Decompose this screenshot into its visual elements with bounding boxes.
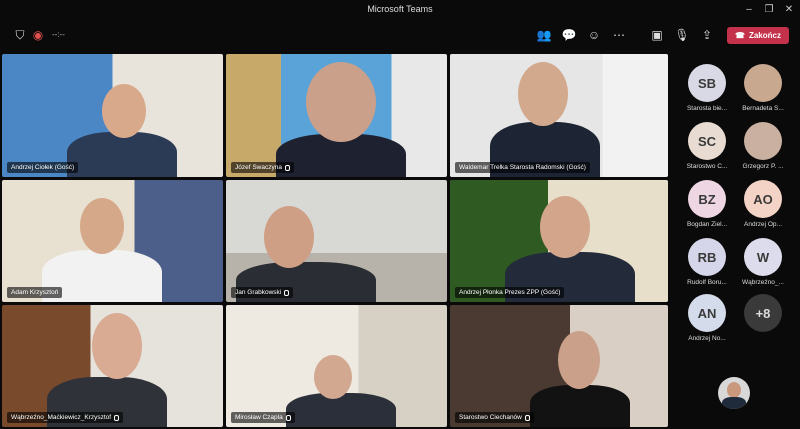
video-tile[interactable]: Waldemar Trelka Starosta Radomski (Gość) (450, 54, 668, 177)
chat-icon[interactable]: 💬 (561, 27, 577, 43)
self-view-avatar[interactable] (718, 377, 750, 409)
more-icon[interactable]: ⋯ (611, 27, 627, 43)
mic-off-icon[interactable]: 🎙 (674, 27, 690, 43)
mic-off-icon (285, 414, 291, 421)
window-title: Microsoft Teams (367, 4, 433, 14)
participant-name: Mirosław Czapla (231, 412, 295, 423)
participant-label: Wąbrzeźno_... (742, 279, 784, 286)
restore-icon[interactable]: ❐ (760, 3, 778, 17)
end-call-button[interactable]: ☎ Zakończ (727, 27, 789, 44)
participant-avatar[interactable]: AN (688, 294, 726, 332)
participant-label: Bernadeta S... (742, 105, 784, 112)
participant-name: Andrzej Ciołek (Gość) (7, 162, 79, 173)
participant-name: Józef Swaczyna (231, 162, 294, 173)
participant-label: Grzegorz P. ... (742, 163, 784, 170)
video-grid: Andrzej Ciołek (Gość) Józef Swaczyna Wal… (0, 50, 670, 429)
mic-off-icon (524, 414, 530, 421)
participant-name: Wąbrzeźno_Maćkiewicz_Krzysztof (7, 412, 124, 423)
mic-off-icon (284, 289, 290, 296)
participant-avatar[interactable]: RB (688, 238, 726, 276)
participant-name: Waldemar Trelka Starosta Radomski (Gość) (455, 162, 590, 173)
video-tile[interactable]: Starostwo Ciechanów (450, 305, 668, 427)
participant-name: Jan Grabkowski (231, 287, 294, 298)
reactions-icon[interactable]: ☺ (586, 27, 602, 43)
participant-name: Andrzej Płonka Prezes ZPP (Gość) (455, 287, 565, 298)
record-icon: ◉ (32, 28, 44, 42)
people-icon[interactable]: 👥 (536, 27, 552, 43)
participant-avatar[interactable]: AO (744, 180, 782, 218)
title-bar: Microsoft Teams – ❐ ✕ (0, 0, 800, 20)
video-tile[interactable]: Wąbrzeźno_Maćkiewicz_Krzysztof (2, 305, 223, 427)
shield-icon: ⛉ (15, 28, 25, 42)
meeting-toolbar: ⛉ ◉ --:-- 👥 💬 ☺ ⋯ ▣ 🎙 ⇪ (0, 20, 800, 50)
video-tile[interactable]: Józef Swaczyna (226, 54, 447, 177)
video-tile[interactable]: Andrzej Płonka Prezes ZPP (Gość) (450, 180, 668, 302)
participant-avatar[interactable] (744, 64, 782, 102)
participant-label: Starostwo C... (686, 163, 728, 170)
share-icon[interactable]: ⇪ (699, 27, 715, 43)
participant-label: Andrzej No... (688, 335, 726, 342)
end-call-label: Zakończ (748, 31, 781, 40)
participant-avatar[interactable] (744, 122, 782, 160)
video-tile[interactable]: Jan Grabkowski (226, 180, 447, 302)
video-tile[interactable]: Andrzej Ciołek (Gość) (2, 54, 223, 177)
hangup-icon: ☎ (735, 31, 745, 40)
more-participants-button[interactable]: +8 (744, 294, 782, 332)
close-icon[interactable]: ✕ (780, 3, 798, 17)
participant-name: Adam Krzysztoń (7, 287, 63, 298)
participant-label: Rudolf Boru... (687, 279, 727, 286)
participant-name: Starostwo Ciechanów (455, 412, 534, 423)
mic-off-icon (284, 164, 290, 171)
participant-label: Bogdan Ziel... (686, 221, 728, 228)
meeting-timer: --:-- (52, 30, 65, 39)
participant-avatar[interactable]: SB (688, 64, 726, 102)
minimize-icon[interactable]: – (740, 3, 758, 17)
video-tile[interactable]: Mirosław Czapla (226, 305, 447, 427)
mic-off-icon (114, 414, 120, 421)
participant-label: Andrzej Op... (744, 221, 782, 228)
participant-avatar[interactable]: W (744, 238, 782, 276)
participant-label: Starosta bie... (686, 105, 728, 112)
participant-avatar[interactable]: SC (688, 122, 726, 160)
participant-roster: SB Starosta bie... Bernadeta S... SC Sta… (672, 50, 800, 380)
participant-avatar[interactable]: BZ (688, 180, 726, 218)
camera-off-icon[interactable]: ▣ (649, 27, 665, 43)
video-tile[interactable]: Adam Krzysztoń (2, 180, 223, 302)
